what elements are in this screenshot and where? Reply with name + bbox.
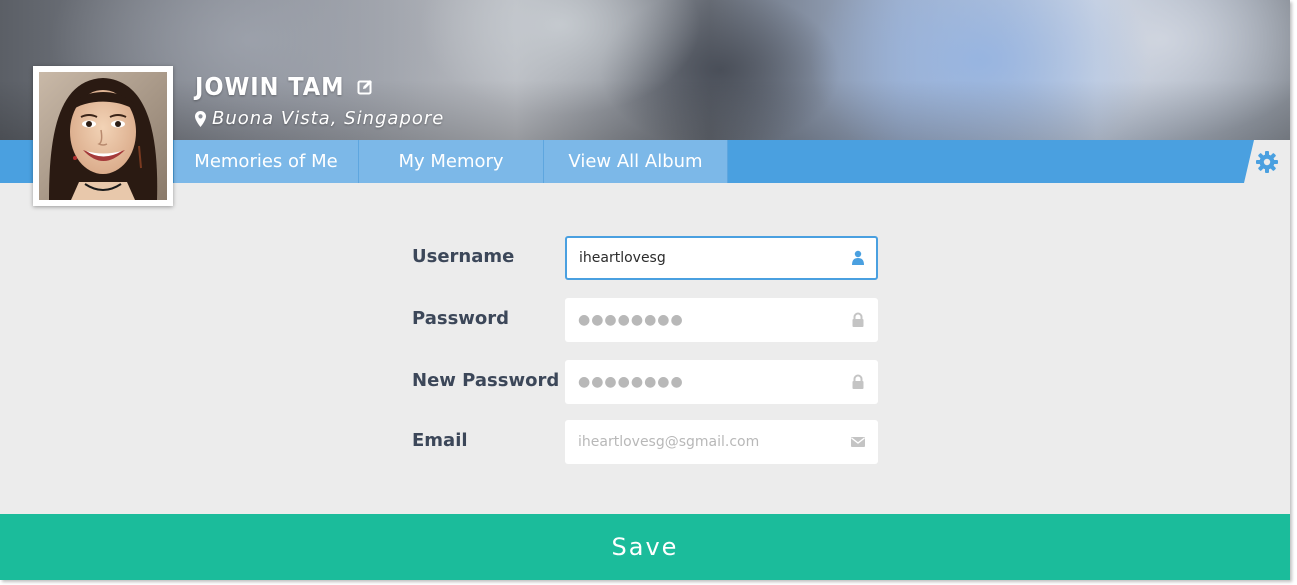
username-field[interactable] bbox=[565, 236, 878, 280]
avatar-photo bbox=[39, 72, 167, 200]
password-label: Password bbox=[412, 308, 510, 329]
save-button[interactable]: Save bbox=[0, 514, 1290, 580]
lock-icon bbox=[852, 374, 864, 389]
tab-memories-of-me[interactable]: Memories of Me bbox=[174, 140, 359, 183]
new-password-field[interactable] bbox=[565, 360, 878, 404]
email-field[interactable] bbox=[565, 420, 878, 464]
username-input[interactable] bbox=[579, 238, 839, 278]
profile-settings-window: JOWIN TAM Buona Vista, Singapore Memorie… bbox=[0, 0, 1290, 580]
email-label: Email bbox=[412, 430, 468, 451]
profile-nav-bar: Memories of Me My Memory View All Album bbox=[0, 140, 1290, 183]
profile-name: JOWIN TAM bbox=[195, 72, 345, 101]
settings-button[interactable] bbox=[1244, 140, 1290, 183]
profile-tabs: Memories of Me My Memory View All Album bbox=[174, 140, 728, 183]
map-pin-icon bbox=[195, 110, 206, 127]
envelope-icon bbox=[851, 437, 865, 447]
password-input[interactable] bbox=[578, 298, 838, 342]
gear-icon[interactable] bbox=[1255, 150, 1279, 174]
email-input[interactable] bbox=[578, 420, 838, 464]
email-row: Email bbox=[412, 420, 882, 464]
username-row: Username bbox=[412, 236, 882, 280]
new-password-input[interactable] bbox=[578, 360, 838, 404]
edit-icon[interactable] bbox=[357, 79, 373, 95]
location-text: Buona Vista, Singapore bbox=[212, 108, 445, 129]
username-label: Username bbox=[412, 246, 515, 267]
profile-location: Buona Vista, Singapore bbox=[195, 108, 444, 129]
password-field[interactable] bbox=[565, 298, 878, 342]
lock-icon bbox=[852, 312, 864, 327]
tab-my-memory[interactable]: My Memory bbox=[359, 140, 544, 183]
tab-view-all-album[interactable]: View All Album bbox=[544, 140, 728, 183]
password-row: Password bbox=[412, 298, 882, 342]
user-icon bbox=[852, 250, 864, 265]
new-password-label: New Password bbox=[412, 370, 560, 391]
new-password-row: New Password bbox=[412, 360, 882, 404]
profile-header: JOWIN TAM bbox=[195, 72, 373, 101]
profile-avatar[interactable] bbox=[33, 66, 173, 206]
cover-banner bbox=[0, 0, 1290, 140]
avatar-portrait bbox=[39, 72, 167, 200]
